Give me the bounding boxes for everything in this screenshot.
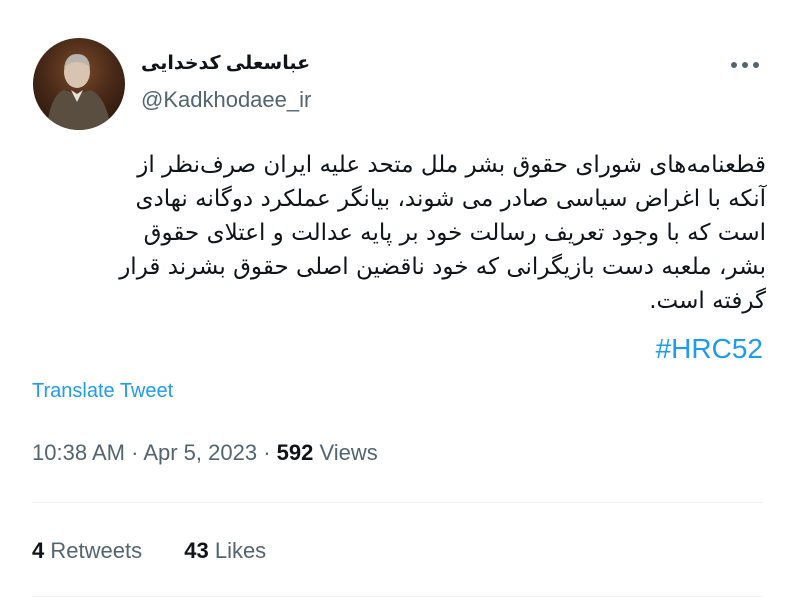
tweet-text-line: آنکه با اغراض سیاسی صادر می شوند، بیانگر… <box>135 186 766 212</box>
likes-label: Likes <box>214 538 267 563</box>
tweet-time[interactable]: 10:38 AM <box>32 440 125 465</box>
likes-stat[interactable]: 43 Likes <box>184 538 266 563</box>
divider <box>32 596 763 597</box>
retweets-count: 4 <box>32 538 45 563</box>
tweet-text: قطعنامه‌های شورای حقوق بشر ملل متحد علیه… <box>30 148 766 318</box>
avatar[interactable] <box>33 38 125 130</box>
tweet-text-line: گرفته است. <box>649 288 766 314</box>
author-handle[interactable]: @Kadkhodaee_ir <box>141 87 311 113</box>
tweet-text-line: است که با وجود تعریف رسالت خود بر پایه ع… <box>143 220 766 246</box>
meta-separator: · <box>263 440 271 465</box>
engagement-stats: 4 Retweets 43 Likes <box>32 538 302 564</box>
tweet-meta: 10:38 AM · Apr 5, 2023 · 592 Views <box>32 440 378 466</box>
more-options-button[interactable] <box>727 50 763 80</box>
tweet-text-line: بشر، ملعبه دست بازیگرانی که خود ناقضین ا… <box>119 254 766 280</box>
more-horizontal-icon <box>731 62 759 68</box>
retweets-label: Retweets <box>50 538 143 563</box>
retweets-stat[interactable]: 4 Retweets <box>32 538 142 563</box>
divider <box>32 502 763 503</box>
translate-tweet-link[interactable]: Translate Tweet <box>32 380 173 403</box>
author-display-name[interactable]: عباسعلی کدخدایی <box>141 52 310 75</box>
meta-separator: · <box>131 440 139 465</box>
tweet-date[interactable]: Apr 5, 2023 <box>143 440 257 465</box>
avatar-photo <box>47 54 111 130</box>
tweet-text-line: قطعنامه‌های شورای حقوق بشر ملل متحد علیه… <box>137 152 766 178</box>
tweet-card: عباسعلی کدخدایی @Kadkhodaee_ir قطعنامه‌ه… <box>0 0 792 599</box>
views-label: Views <box>319 440 378 465</box>
views-count: 592 <box>276 440 314 465</box>
likes-count: 43 <box>184 538 209 563</box>
hashtag-link[interactable]: #HRC52 <box>656 333 763 365</box>
